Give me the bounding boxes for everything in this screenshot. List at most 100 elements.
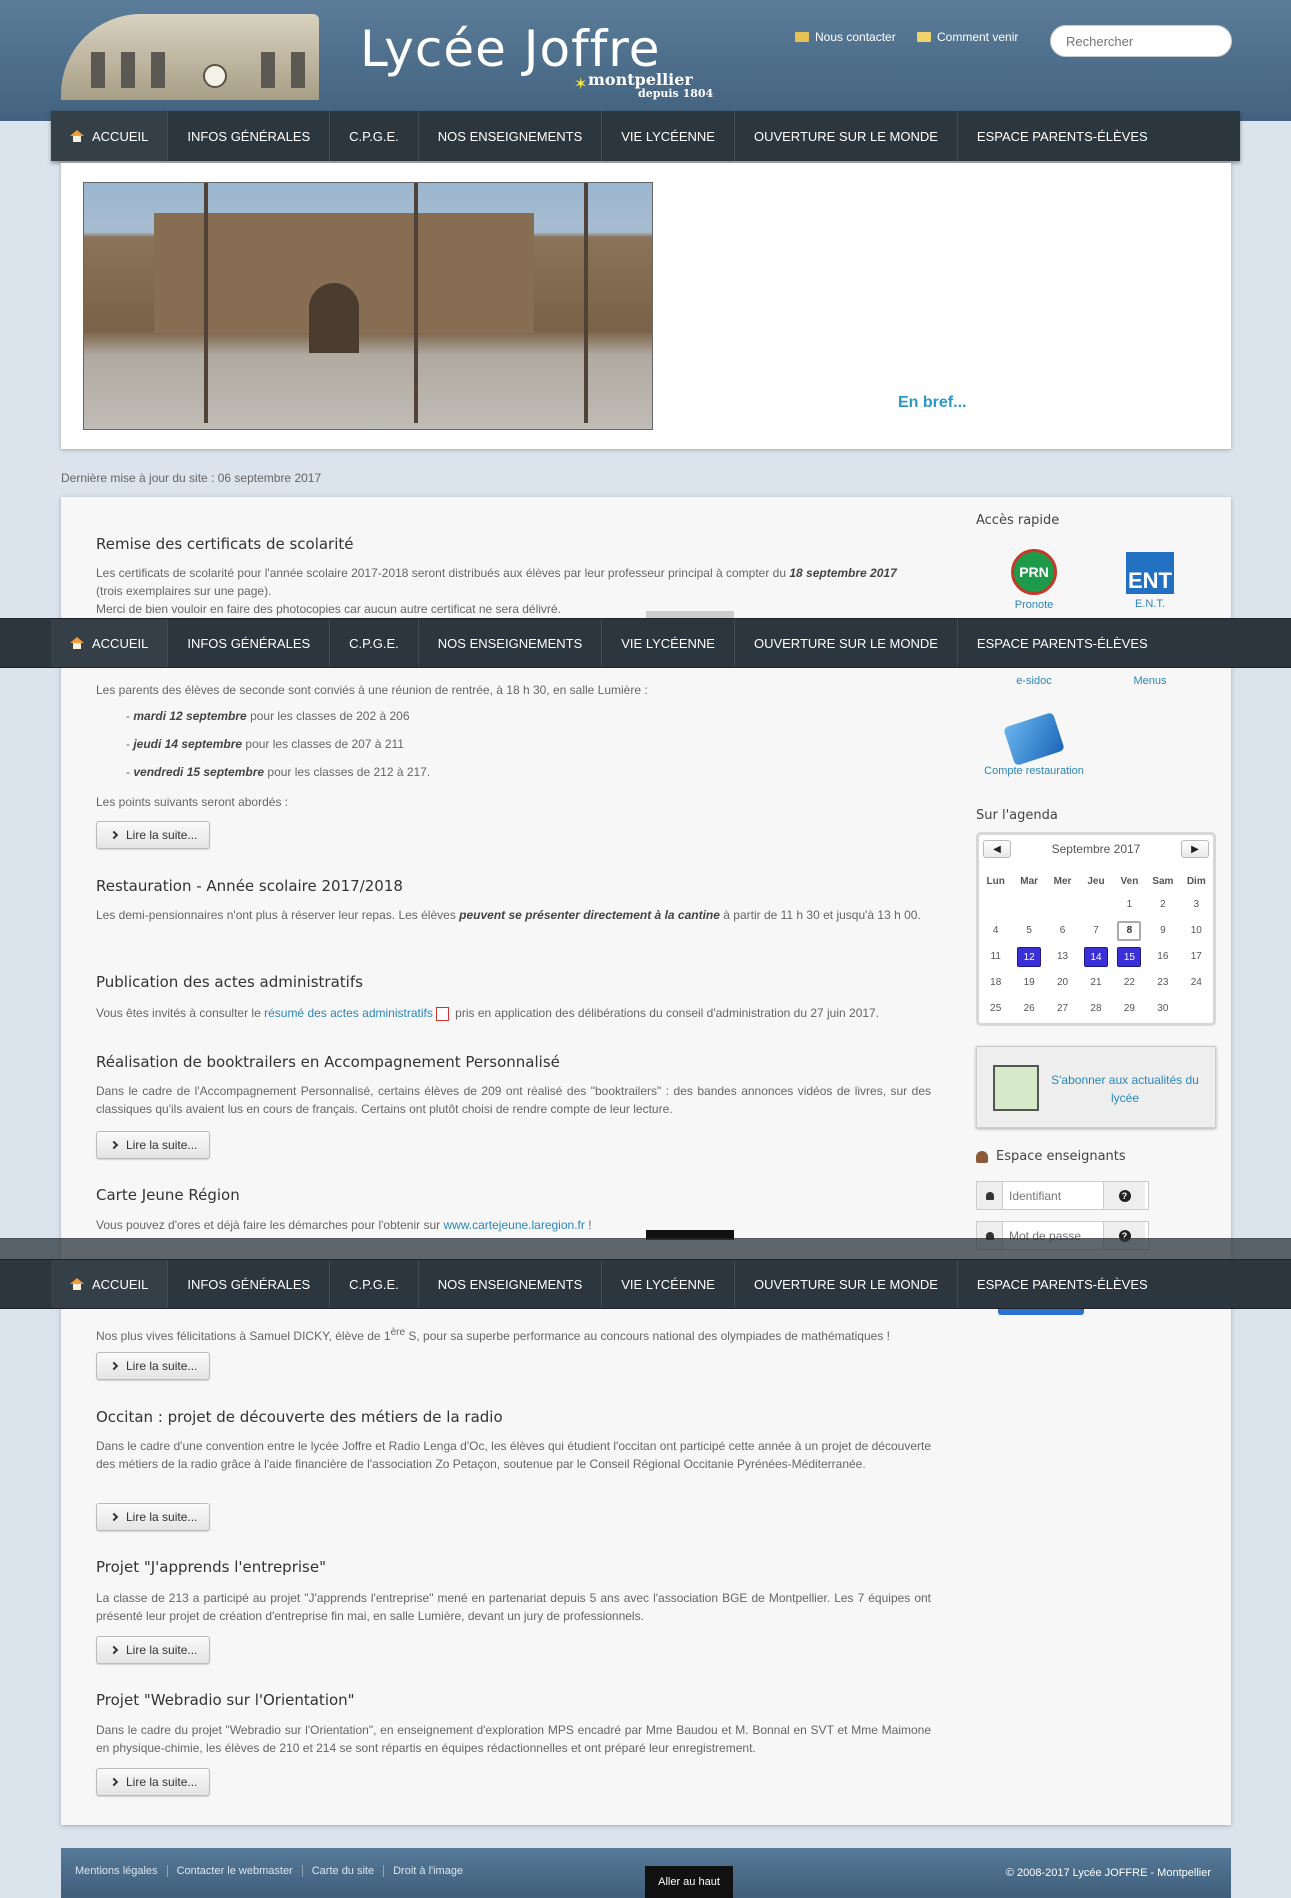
calendar-day-number: 12 xyxy=(1017,947,1042,967)
calendar-day[interactable]: 21 xyxy=(1079,970,1112,996)
calendar-day[interactable]: 20 xyxy=(1046,970,1079,996)
nav-item-ouverture-sur-le-monde[interactable]: OUVERTURE SUR LE MONDE xyxy=(735,111,958,161)
article-title[interactable]: Projet "Webradio sur l'Orientation" xyxy=(96,1691,355,1709)
calendar-day[interactable]: 30 xyxy=(1146,996,1179,1022)
nav-item-infos-generales[interactable]: INFOS GÉNÉRALES xyxy=(168,111,331,161)
calendar-day[interactable]: 25 xyxy=(979,996,1012,1022)
window-shape xyxy=(261,52,275,88)
calendar-day[interactable]: 26 xyxy=(1012,996,1045,1022)
nav-item-infos-generales[interactable]: INFOS GÉNÉRALES xyxy=(168,1260,331,1308)
article-title[interactable]: Remise des certificats de scolarité xyxy=(96,535,354,553)
nav-item-nos-enseignements[interactable]: NOS ENSEIGNEMENTS xyxy=(419,619,603,667)
contact-link[interactable]: Nous contacter xyxy=(795,30,896,44)
contact-label[interactable]: Nous contacter xyxy=(815,30,896,44)
nav-item-infos-generales[interactable]: INFOS GÉNÉRALES xyxy=(168,619,331,667)
calendar-day[interactable]: 13 xyxy=(1046,944,1079,970)
calendar-prev-button[interactable]: ◀ xyxy=(983,840,1011,858)
read-more-button[interactable]: Lire la suite... xyxy=(96,1768,211,1796)
nav-item-accueil[interactable]: ACCUEIL xyxy=(51,111,169,161)
footer-link-webmaster[interactable]: Contacter le webmaster xyxy=(177,1865,303,1877)
ent-link[interactable]: ENT E.N.T. xyxy=(1095,552,1205,610)
read-more-button[interactable]: Lire la suite... xyxy=(96,1131,211,1159)
calendar-day[interactable]: 22 xyxy=(1113,970,1146,996)
subscribe-box[interactable]: S'abonner aux actualités du lycée xyxy=(976,1046,1216,1128)
calendar-day[interactable]: 14 xyxy=(1079,944,1112,970)
nav-item-accueil[interactable]: ACCUEIL xyxy=(51,1260,169,1308)
nav-item-nos-enseignements[interactable]: NOS ENSEIGNEMENTS xyxy=(419,111,603,161)
read-more-button[interactable]: Lire la suite... xyxy=(96,1503,211,1531)
read-more-button[interactable]: Lire la suite... xyxy=(96,821,211,849)
calendar-day[interactable]: 19 xyxy=(1012,970,1045,996)
search-input[interactable] xyxy=(1050,25,1232,57)
carte-jeune-link[interactable]: www.cartejeune.laregion.fr xyxy=(443,1218,584,1232)
calendar-day[interactable]: 4 xyxy=(979,918,1012,944)
button-label: Lire la suite... xyxy=(126,1359,198,1373)
calendar-day[interactable]: 5 xyxy=(1012,918,1045,944)
nav-item-ouverture-sur-le-monde[interactable]: OUVERTURE SUR LE MONDE xyxy=(735,619,958,667)
pronote-link[interactable]: PRN Pronote xyxy=(979,549,1089,611)
window-shape xyxy=(291,52,305,88)
nav-item-cpge[interactable]: C.P.G.E. xyxy=(330,111,419,161)
calendar-day-number: 27 xyxy=(1057,1003,1069,1014)
footer-link-image-rights[interactable]: Droit à l'image xyxy=(393,1865,472,1877)
nav-item-accueil[interactable]: ACCUEIL xyxy=(51,619,169,667)
read-more-button[interactable]: Lire la suite... xyxy=(96,1636,211,1664)
nav-item-espace-parents-eleves[interactable]: ESPACE PARENTS-ÉLÈVES xyxy=(958,1260,1167,1308)
calendar-day[interactable]: 29 xyxy=(1113,996,1146,1022)
calendar-weekday: Lun xyxy=(986,876,1005,887)
directions-link[interactable]: Comment venir xyxy=(917,30,1018,44)
slider-caption[interactable]: En bref... xyxy=(898,394,966,412)
nav-item-vie-lyceenne[interactable]: VIE LYCÉENNE xyxy=(602,111,735,161)
nav-item-vie-lyceenne[interactable]: VIE LYCÉENNE xyxy=(602,619,735,667)
calendar-next-button[interactable]: ▶ xyxy=(1180,840,1209,858)
subscribe-link[interactable]: S'abonner aux actualités du lycée xyxy=(1045,1071,1205,1107)
calendar-day[interactable]: 27 xyxy=(1046,996,1079,1022)
footer-link-mentions[interactable]: Mentions légales xyxy=(75,1865,168,1877)
article-title[interactable]: Publication des actes administratifs xyxy=(96,973,363,991)
calendar-day[interactable]: 18 xyxy=(979,970,1012,996)
school-photo[interactable] xyxy=(83,182,653,430)
calendar-day[interactable]: 8 xyxy=(1113,918,1146,944)
calendar-day[interactable]: 16 xyxy=(1146,944,1179,970)
nav-item-cpge[interactable]: C.P.G.E. xyxy=(330,1260,419,1308)
calendar-day[interactable]: 7 xyxy=(1079,918,1112,944)
calendar-day[interactable]: 15 xyxy=(1113,944,1146,970)
menus-link[interactable]: Menus xyxy=(1095,675,1205,687)
article-text: Les points suivants seront abordés : xyxy=(96,795,289,809)
calendar-day[interactable]: 17 xyxy=(1180,944,1213,970)
calendar-day[interactable]: 28 xyxy=(1079,996,1112,1022)
calendar-day[interactable]: 3 xyxy=(1180,892,1213,918)
building-logo-image[interactable] xyxy=(61,14,319,100)
article-title[interactable]: Réalisation de booktrailers en Accompagn… xyxy=(96,1053,560,1071)
compte-restauration-link[interactable]: Compte restauration xyxy=(979,711,1089,777)
calendar-day[interactable]: 1 xyxy=(1113,892,1146,918)
username-input[interactable] xyxy=(1003,1182,1103,1209)
article-title[interactable]: Restauration - Année scolaire 2017/2018 xyxy=(96,877,403,895)
directions-label[interactable]: Comment venir xyxy=(937,30,1018,44)
calendar-day[interactable]: 23 xyxy=(1146,970,1179,996)
calendar-day[interactable]: 24 xyxy=(1180,970,1213,996)
help-icon[interactable]: ? xyxy=(1103,1182,1145,1209)
calendar-day[interactable]: 12 xyxy=(1012,944,1045,970)
pdf-icon[interactable] xyxy=(435,1006,449,1021)
chevron-right-icon xyxy=(109,1645,119,1655)
read-more-button[interactable]: Lire la suite... xyxy=(96,1352,211,1380)
nav-item-nos-enseignements[interactable]: NOS ENSEIGNEMENTS xyxy=(419,1260,603,1308)
nav-item-cpge[interactable]: C.P.G.E. xyxy=(330,619,419,667)
calendar-day[interactable]: 2 xyxy=(1146,892,1179,918)
article-title[interactable]: Projet "J'apprends l'entreprise" xyxy=(96,1558,326,1576)
calendar-day[interactable]: 9 xyxy=(1146,918,1179,944)
calendar-day[interactable]: 11 xyxy=(979,944,1012,970)
article-title[interactable]: Occitan : projet de découverte des métie… xyxy=(96,1408,503,1426)
esidoc-link[interactable]: e-sidoc xyxy=(979,675,1089,687)
admin-acts-link[interactable]: résumé des actes administratifs xyxy=(264,1006,433,1020)
calendar-day[interactable]: 6 xyxy=(1046,918,1079,944)
nav-item-espace-parents-eleves[interactable]: ESPACE PARENTS-ÉLÈVES xyxy=(958,111,1167,161)
nav-item-espace-parents-eleves[interactable]: ESPACE PARENTS-ÉLÈVES xyxy=(958,619,1167,667)
nav-item-ouverture-sur-le-monde[interactable]: OUVERTURE SUR LE MONDE xyxy=(735,1260,958,1308)
calendar-day[interactable]: 10 xyxy=(1180,918,1213,944)
back-to-top-button[interactable]: Aller au haut xyxy=(645,1866,733,1898)
article-title[interactable]: Carte Jeune Région xyxy=(96,1186,240,1204)
footer-link-sitemap[interactable]: Carte du site xyxy=(312,1865,385,1877)
nav-item-vie-lyceenne[interactable]: VIE LYCÉENNE xyxy=(602,1260,735,1308)
